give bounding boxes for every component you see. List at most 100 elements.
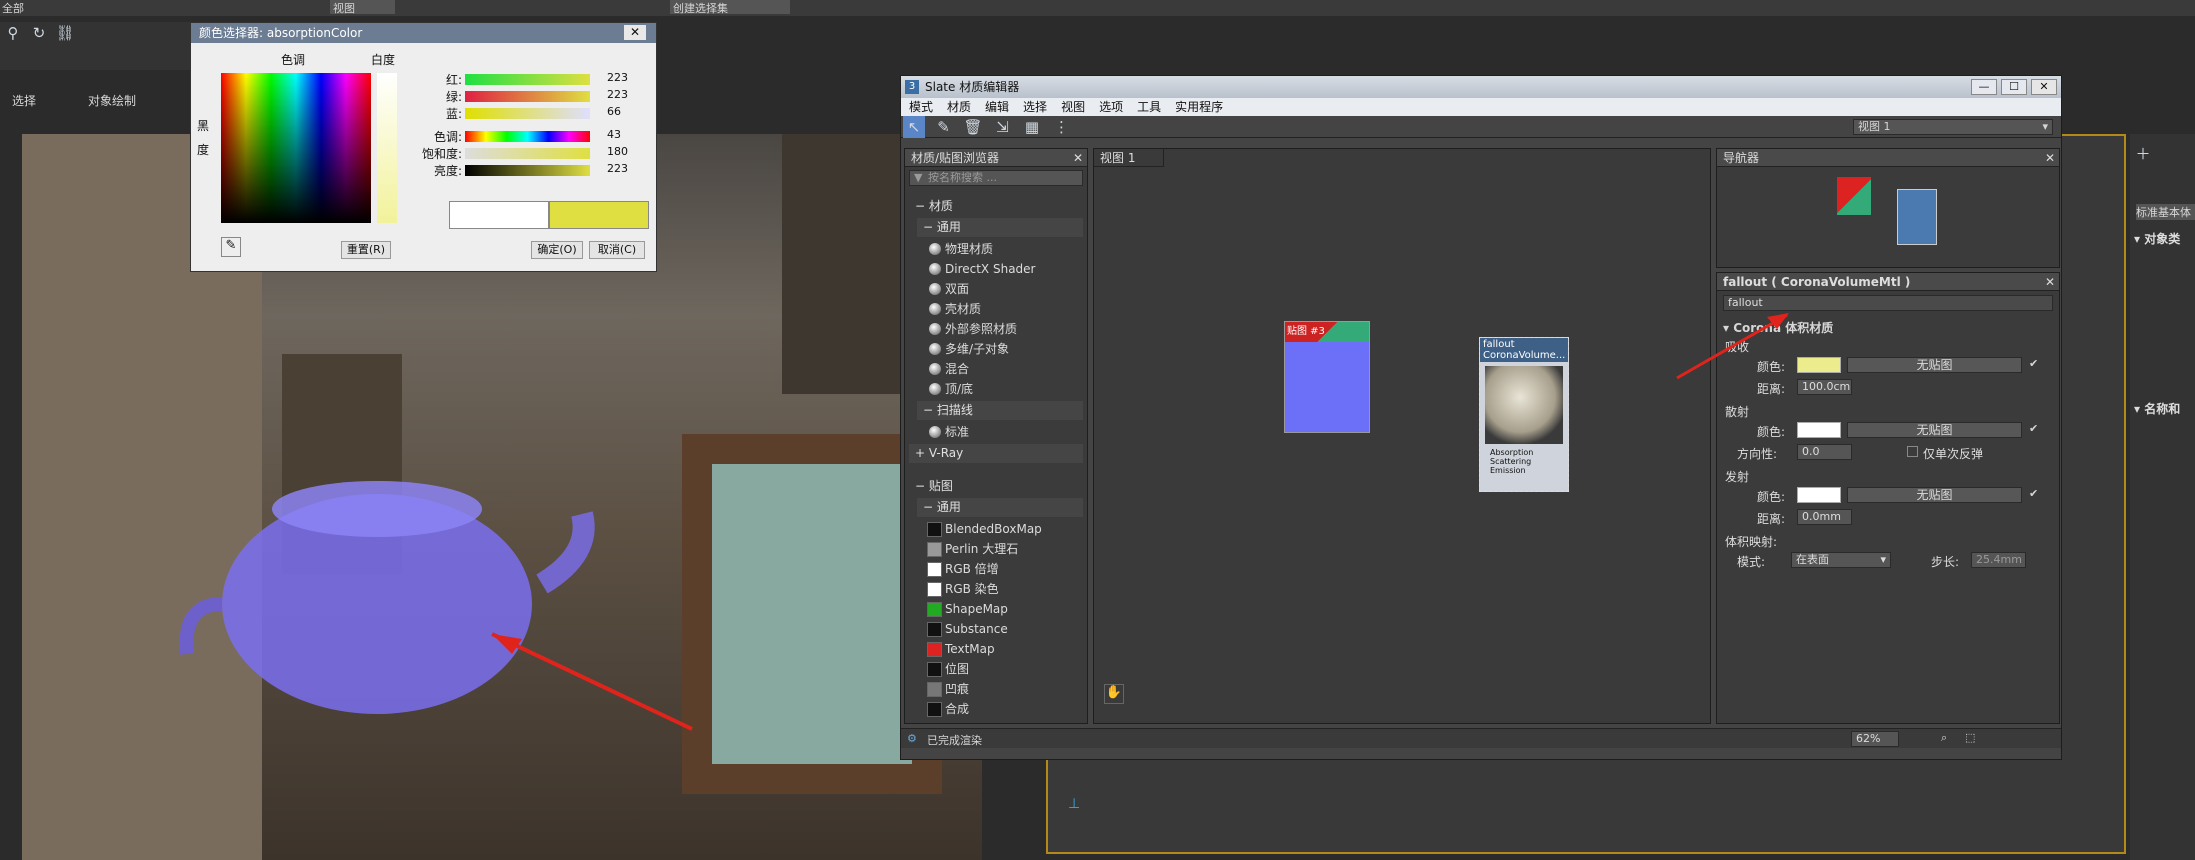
standard-primitives-dropdown[interactable]: 标准基本体 [2136, 204, 2195, 220]
list-item[interactable]: 外部参照材质 [905, 319, 1087, 339]
list-item[interactable]: DirectX Shader [905, 259, 1087, 279]
object-type-rollout[interactable]: ▾ 对象类 [2134, 230, 2180, 247]
view-dropdown[interactable]: 视图 [330, 0, 395, 15]
slider-red[interactable]: 红: 223 [417, 71, 652, 88]
slot-absorption[interactable]: Absorption [1480, 448, 1568, 457]
list-item[interactable]: 多维/子对象 [905, 339, 1087, 359]
minimize-icon[interactable]: — [1971, 79, 1997, 95]
pan-hand-icon[interactable]: ✋ [1104, 684, 1124, 704]
old-color-swatch [449, 201, 549, 229]
list-item[interactable]: BlendedBoxMap [905, 519, 1087, 539]
zoom-dropdown[interactable]: 62% [1851, 731, 1899, 747]
directionality-input[interactable]: 0.0 [1797, 444, 1852, 460]
absorption-map-checkbox[interactable]: ✔ [2029, 357, 2038, 370]
selection-filter-dropdown[interactable]: 全部 [2, 0, 24, 16]
emission-map-button[interactable]: 无贴图 [1847, 487, 2022, 503]
menu-edit[interactable]: 编辑 [985, 98, 1009, 116]
navigator-panel: 导航器 ✕ [1716, 148, 2060, 268]
list-item[interactable]: 壳材质 [905, 299, 1087, 319]
hue-saturation-field[interactable] [221, 73, 371, 223]
browser-search-input[interactable]: ▼ 按名称搜索 ... [909, 170, 1083, 186]
menu-mode[interactable]: 模式 [909, 98, 933, 116]
list-item[interactable]: 物理材质 [905, 239, 1087, 259]
close-icon[interactable]: ✕ [624, 25, 646, 40]
list-item[interactable]: 顶/底 [905, 379, 1087, 399]
mode-label: 模式: [1737, 555, 1766, 569]
subgroup-vray[interactable]: + V-Ray [909, 444, 1083, 463]
list-item[interactable]: ShapeMap [905, 599, 1087, 619]
group-materials[interactable]: − 材质 [909, 197, 1083, 216]
close-icon[interactable]: ✕ [2045, 273, 2055, 291]
step-input[interactable]: 25.4mm [1971, 552, 2026, 568]
single-bounce-checkbox[interactable] [1907, 446, 1918, 457]
list-item[interactable]: 标准 [905, 422, 1087, 442]
layout-icon[interactable]: ⋮ [1051, 116, 1073, 138]
maximize-icon[interactable]: ☐ [2001, 79, 2027, 95]
list-item[interactable]: 双面 [905, 279, 1087, 299]
eyedropper-icon[interactable]: ✎ [221, 237, 241, 257]
delete-icon[interactable]: 🗑 [962, 116, 984, 138]
menu-material[interactable]: 材质 [947, 98, 971, 116]
subgroup-scanline[interactable]: − 扫描线 [917, 401, 1083, 420]
create-icon[interactable]: ＋ [2132, 142, 2154, 164]
list-item[interactable]: 合成 [905, 699, 1087, 719]
slot-scattering[interactable]: Scattering [1480, 457, 1568, 466]
scatter-map-button[interactable]: 无贴图 [1847, 422, 2022, 438]
zoom-extents-icon[interactable]: ⬚ [1965, 731, 1975, 744]
emission-distance-input[interactable]: 0.0mm [1797, 509, 1852, 525]
emission-map-checkbox[interactable]: ✔ [2029, 487, 2038, 500]
slider-green[interactable]: 绿: 223 [417, 88, 652, 105]
slider-hue[interactable]: 色调: 43 [417, 128, 652, 145]
link-icon[interactable]: ⛓ [54, 22, 76, 44]
close-icon[interactable]: ✕ [2045, 149, 2055, 167]
snap-icon[interactable]: ⚲ [2, 22, 24, 44]
list-item[interactable]: Substance [905, 619, 1087, 639]
menu-tools[interactable]: 工具 [1137, 98, 1161, 116]
close-icon[interactable]: ✕ [2031, 79, 2057, 95]
node-view[interactable]: 视图 1 贴图 #3 fallout CoronaVolume... Absor… [1093, 148, 1711, 724]
subgroup-maps-general[interactable]: − 通用 [917, 498, 1083, 517]
menu-options[interactable]: 选项 [1099, 98, 1123, 116]
ribbon-tab-object-paint[interactable]: 对象绘制 [88, 92, 136, 109]
subgroup-general[interactable]: − 通用 [917, 218, 1083, 237]
group-maps[interactable]: − 贴图 [909, 477, 1083, 496]
view-tab[interactable]: 视图 1 [1094, 149, 1164, 167]
slot-emission[interactable]: Emission [1480, 466, 1568, 475]
list-item[interactable]: RGB 倍增 [905, 559, 1087, 579]
show-map-icon[interactable]: ▦ [1021, 116, 1043, 138]
zoom-icon[interactable]: ⌕ [1941, 731, 1947, 745]
slider-value[interactable]: 亮度: 223 [417, 162, 652, 179]
ribbon-tab-select[interactable]: 选择 [12, 92, 36, 109]
assign-material-icon[interactable]: ⇲ [992, 116, 1014, 138]
list-item[interactable]: TextMap [905, 639, 1087, 659]
emission-color-swatch[interactable] [1797, 487, 1841, 503]
list-item[interactable]: Perlin 大理石 [905, 539, 1087, 559]
view-select-dropdown[interactable]: 视图 1 ▾ [1853, 119, 2053, 135]
close-icon[interactable]: ✕ [1073, 149, 1083, 167]
mode-dropdown[interactable]: 在表面 ▾ [1791, 552, 1891, 568]
list-item[interactable]: 位图 [905, 659, 1087, 679]
name-color-rollout[interactable]: ▾ 名称和 [2134, 400, 2180, 417]
menu-select[interactable]: 选择 [1023, 98, 1047, 116]
whiteness-slider[interactable] [377, 73, 397, 223]
list-item[interactable]: RGB 染色 [905, 579, 1087, 599]
menu-utilities[interactable]: 实用程序 [1175, 98, 1223, 116]
menu-view[interactable]: 视图 [1061, 98, 1085, 116]
scatter-color-swatch[interactable] [1797, 422, 1841, 438]
scatter-map-checkbox[interactable]: ✔ [2029, 422, 2038, 435]
absorption-map-button[interactable]: 无贴图 [1847, 357, 2022, 373]
reset-button[interactable]: 重置(R) [341, 241, 391, 259]
list-item[interactable]: 混合 [905, 359, 1087, 379]
ok-button[interactable]: 确定(O) [531, 241, 583, 259]
list-item[interactable]: 凹痕 [905, 679, 1087, 699]
slider-saturation[interactable]: 饱和度: 180 [417, 145, 652, 162]
select-tool-icon[interactable]: ↖ [903, 116, 925, 138]
selection-set-dropdown[interactable]: 创建选择集 [670, 0, 790, 15]
pick-material-icon[interactable]: ✎ [933, 116, 955, 138]
material-node[interactable]: fallout CoronaVolume... Absorption Scatt… [1479, 337, 1569, 492]
map-node[interactable]: 贴图 #3 [1284, 321, 1370, 433]
max-logo-icon: 3 [905, 80, 919, 94]
cancel-button[interactable]: 取消(C) [589, 241, 645, 259]
rotate-icon[interactable]: ↻ [28, 22, 50, 44]
slider-blue[interactable]: 蓝: 66 [417, 105, 652, 122]
